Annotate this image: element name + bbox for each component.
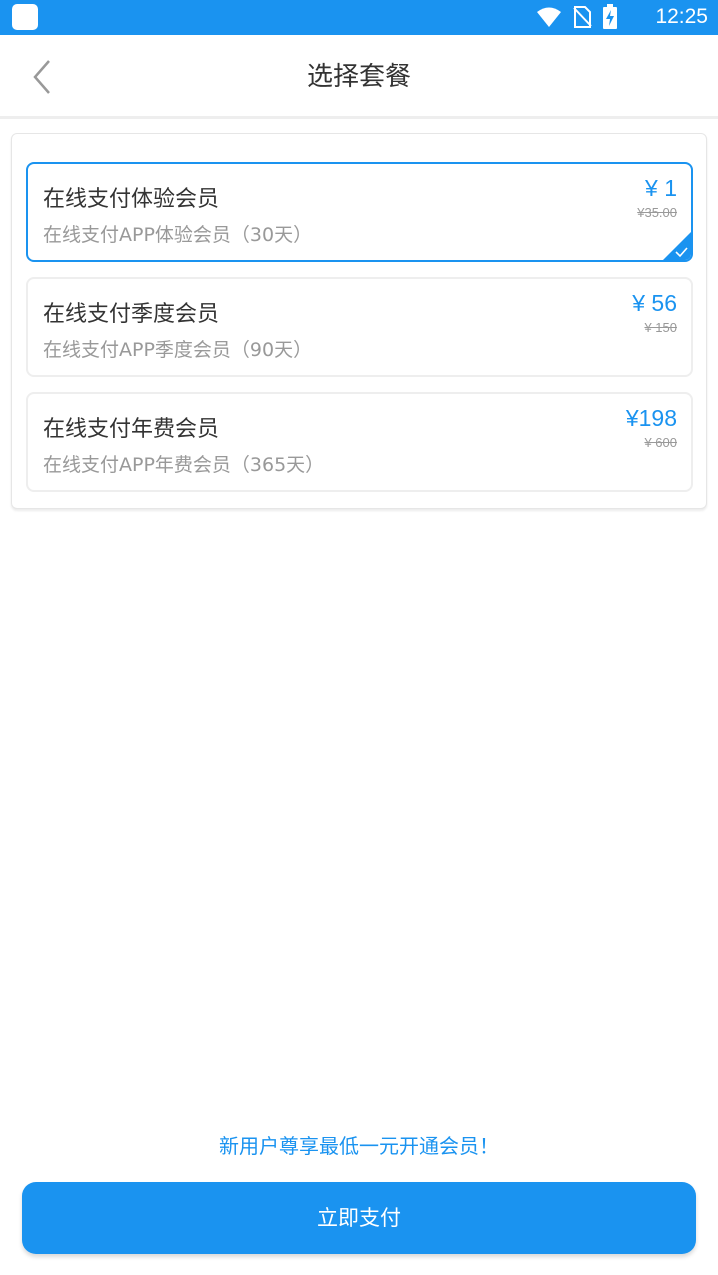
wifi-icon: [537, 7, 561, 27]
plan-original-price: ¥ 600: [644, 435, 677, 450]
promo-text: 新用户尊享最低一元开通会员！: [219, 1134, 499, 1158]
app-header: 选择套餐: [0, 35, 718, 119]
plan-description: 在线支付APP年费会员（365天）: [43, 454, 325, 476]
selected-check-icon: [663, 232, 691, 260]
plan-name: 在线支付年费会员: [43, 417, 220, 442]
battery-charging-icon: [603, 4, 617, 29]
plan-card-quarterly[interactable]: 在线支付季度会员 在线支付APP季度会员（90天） ¥ 56 ¥ 150: [26, 277, 693, 377]
plan-description: 在线支付APP体验会员（30天）: [43, 224, 313, 246]
plan-original-price: ¥ 150: [644, 320, 677, 335]
status-icons: [536, 4, 618, 30]
plan-price: ¥ 56: [632, 290, 677, 316]
app-icon: [12, 4, 38, 30]
status-bar: 12:25: [0, 0, 718, 35]
plan-card-trial[interactable]: 在线支付体验会员 在线支付APP体验会员（30天） ¥ 1 ¥35.00: [26, 162, 693, 262]
page-title: 选择套餐: [306, 62, 411, 92]
plan-card-annual[interactable]: 在线支付年费会员 在线支付APP年费会员（365天） ¥198 ¥ 600: [26, 392, 693, 492]
plan-original-price: ¥35.00: [637, 205, 677, 220]
clock-time: 12:25: [655, 5, 708, 28]
no-sim-icon: [573, 6, 592, 28]
plan-price: ¥ 1: [645, 175, 677, 201]
plan-name: 在线支付体验会员: [43, 187, 220, 212]
plan-name: 在线支付季度会员: [43, 302, 220, 327]
plan-list: 在线支付体验会员 在线支付APP体验会员（30天） ¥ 1 ¥35.00 在线支…: [11, 133, 707, 509]
plan-price: ¥198: [625, 405, 677, 431]
plan-description: 在线支付APP季度会员（90天）: [43, 339, 313, 361]
pay-now-button[interactable]: 立即支付: [22, 1182, 696, 1254]
